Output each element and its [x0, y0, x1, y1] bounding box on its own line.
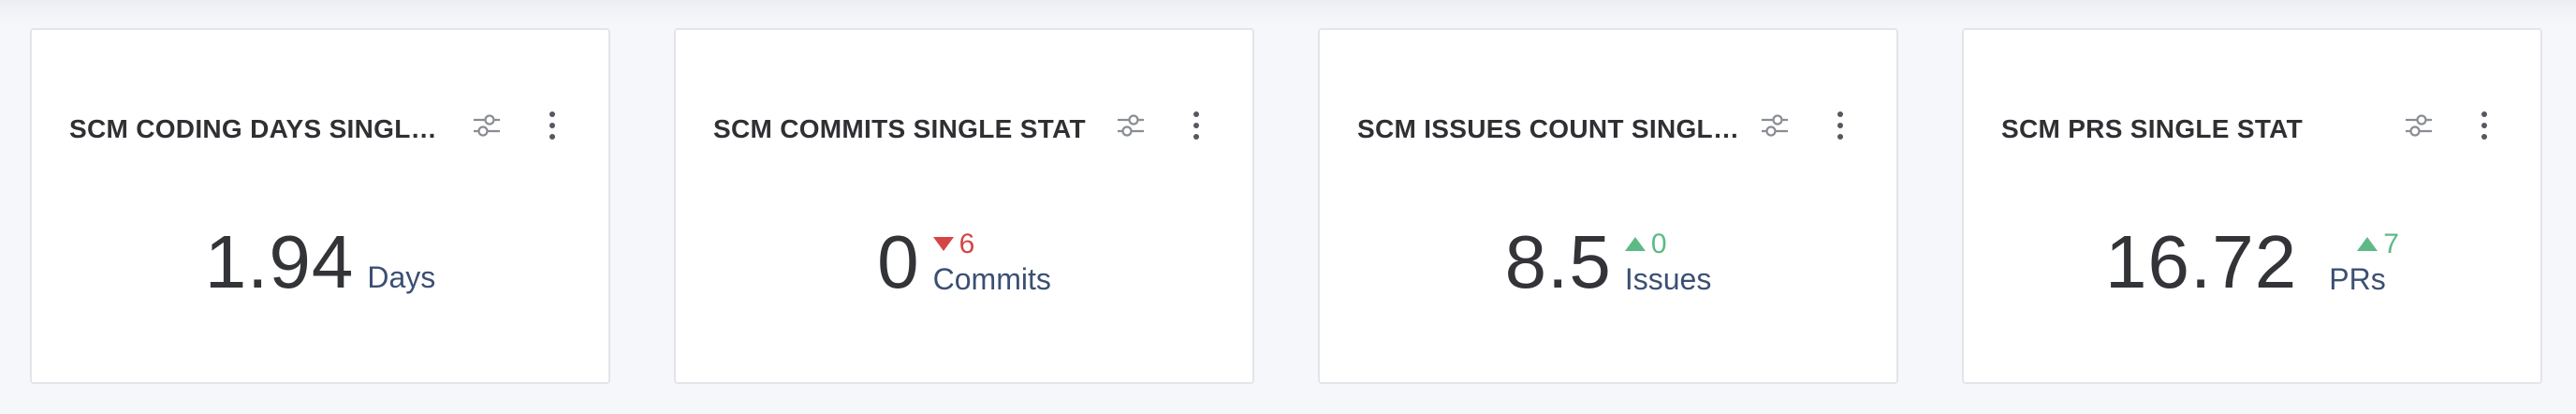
more-vertical-icon	[1193, 111, 1199, 140]
widget-title: SCM COMMITS SINGLE STAT	[713, 114, 1086, 143]
trend-value: 7	[2383, 229, 2399, 259]
single-stat: 0 6 Commits	[676, 225, 1252, 300]
widget-more-button[interactable]	[1178, 107, 1215, 144]
trend-indicator: 6	[932, 229, 975, 260]
stat-side: Days	[367, 260, 435, 294]
widget-title: SCM PRS SINGLE STAT	[2001, 114, 2304, 143]
trend-up-icon	[2357, 237, 2378, 251]
trend-value: 0	[1650, 229, 1667, 259]
more-vertical-icon	[1837, 111, 1843, 140]
widget-card-prs: SCM PRS SINGLE STAT 16.72 7 PRs	[1962, 28, 2542, 384]
stat-side: 6 Commits	[932, 229, 1051, 296]
more-vertical-icon	[549, 111, 555, 140]
widget-settings-button[interactable]	[2400, 107, 2437, 144]
stat-unit: PRs	[2329, 262, 2386, 296]
sliders-icon	[1762, 114, 1788, 137]
single-stat: 1.94 Days	[32, 225, 608, 300]
trend-value: 6	[959, 229, 975, 259]
trend-indicator: 7	[2357, 229, 2399, 260]
widget-grid: SCM CODING DAYS SINGLE ... 1.94 Days SCM…	[30, 28, 2542, 384]
stat-value: 1.94	[204, 220, 355, 303]
widget-settings-button[interactable]	[468, 107, 505, 144]
stat-side: 0 Issues	[1624, 229, 1712, 296]
trend-down-icon	[932, 237, 954, 251]
widget-card-issues-count: SCM ISSUES COUNT SINGLE... 8.5 0 Issues	[1318, 28, 1898, 384]
more-vertical-icon	[2481, 111, 2487, 140]
single-stat: 8.5 0 Issues	[1320, 225, 1896, 300]
sliders-icon	[2406, 114, 2432, 137]
stat-value: 0	[877, 220, 920, 303]
widget-more-button[interactable]	[1822, 107, 1859, 144]
widget-more-button[interactable]	[534, 107, 571, 144]
stat-value: 16.72	[2105, 220, 2298, 303]
widget-card-commits: SCM COMMITS SINGLE STAT 0 6 Commits	[674, 28, 1254, 384]
sliders-icon	[1118, 114, 1144, 137]
trend-indicator: 0	[1624, 229, 1667, 260]
trend-up-icon	[1624, 237, 1646, 251]
stat-side: 7 PRs	[2329, 229, 2399, 296]
widget-more-button[interactable]	[2466, 107, 2503, 144]
stat-unit: Days	[367, 260, 436, 294]
sliders-icon	[474, 114, 500, 137]
widget-title: SCM ISSUES COUNT SINGLE...	[1357, 114, 1741, 143]
single-stat: 16.72 7 PRs	[1964, 225, 2540, 300]
widget-settings-button[interactable]	[1112, 107, 1149, 144]
stat-value: 8.5	[1504, 220, 1612, 303]
widget-card-coding-days: SCM CODING DAYS SINGLE ... 1.94 Days	[30, 28, 610, 384]
widget-title: SCM CODING DAYS SINGLE ...	[69, 114, 453, 143]
stat-unit: Commits	[932, 262, 1051, 296]
stat-unit: Issues	[1624, 262, 1712, 296]
header-shadow	[0, 0, 2576, 26]
widget-settings-button[interactable]	[1756, 107, 1793, 144]
